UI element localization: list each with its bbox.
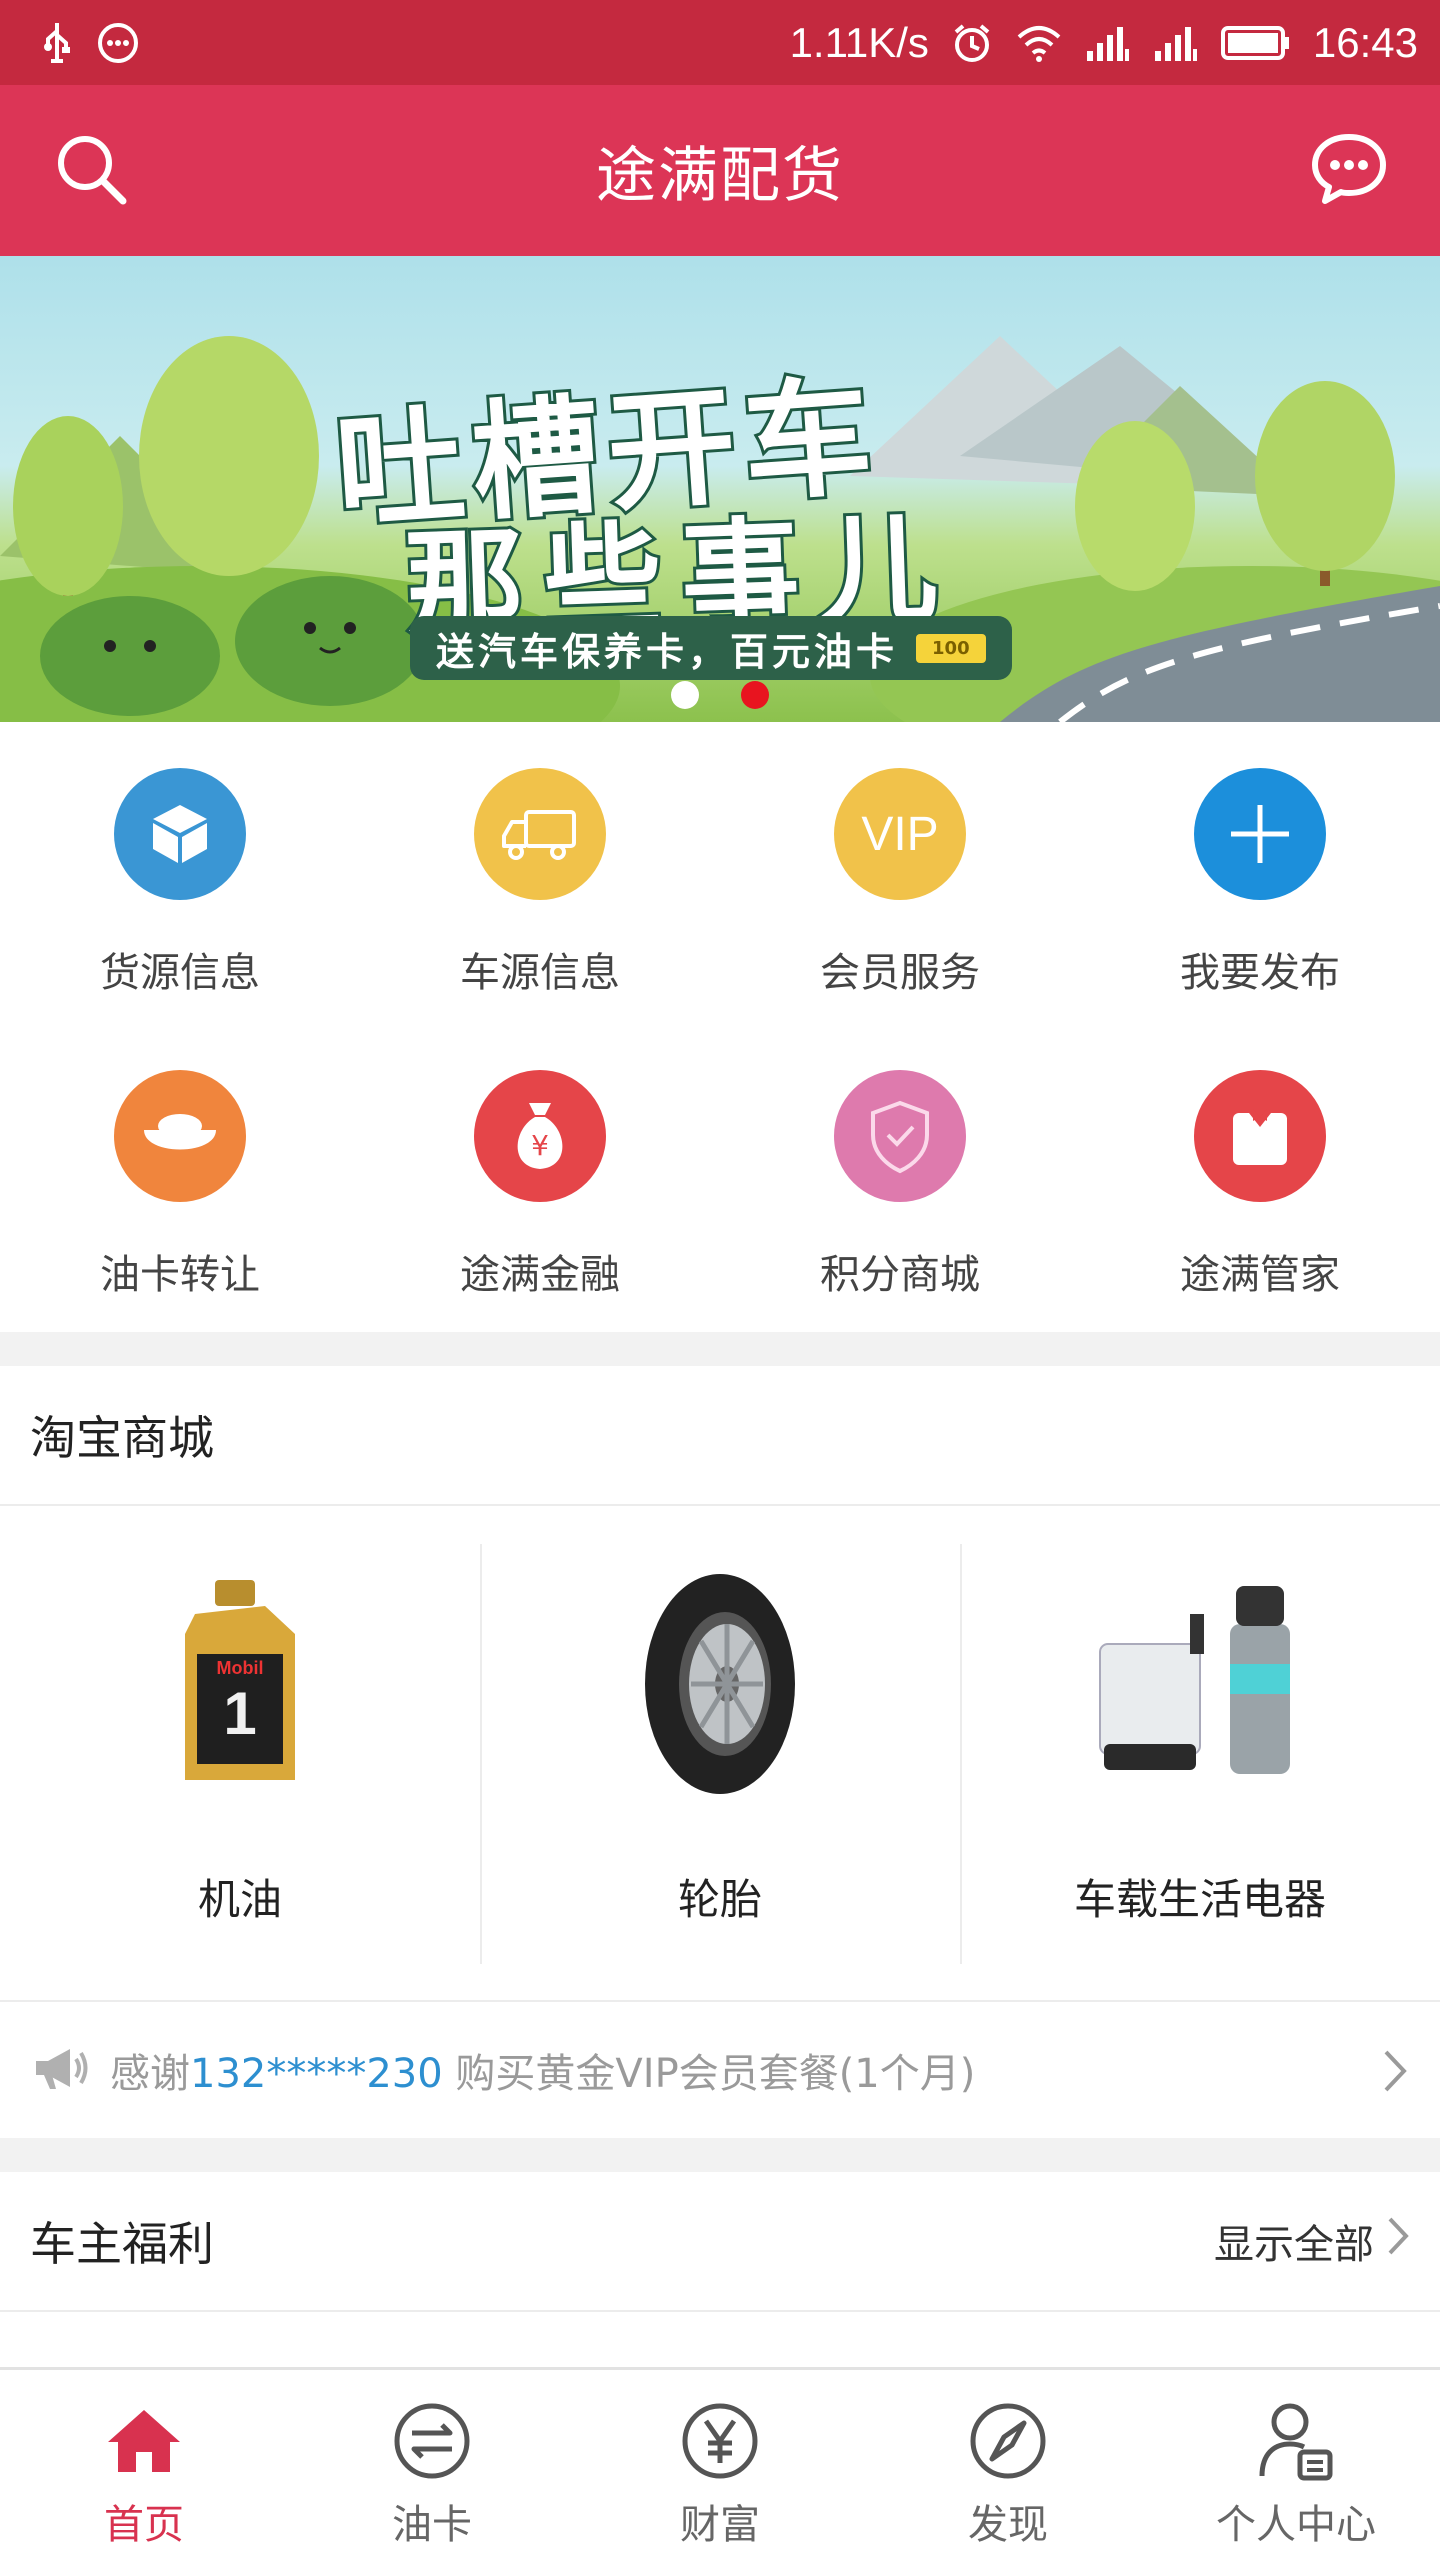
message-button[interactable] [1303,125,1395,217]
feature-grid: 货源信息 车源信息 VIP 会员服务 我要发布 油卡转让 ¥ 途满金融 积分商城… [0,722,1440,1332]
notice-phone: 132*****230 [190,2051,443,2097]
notice-prefix: 感谢 [110,2051,190,2097]
tab-label: 财富 [680,2502,760,2548]
search-button[interactable] [45,125,137,217]
battery-icon [1220,25,1291,61]
grid-label: 途满金融 [460,1252,620,1298]
vip-text: VIP [861,807,939,861]
benefits-title: 车主福利 [30,2217,214,2271]
tab-label: 油卡 [392,2502,472,2548]
section-separator [0,2138,1440,2172]
money-bag-icon: ¥ [474,1070,606,1202]
grid-item-oil-card-transfer[interactable]: 油卡转让 [0,1024,360,1324]
truck-icon [474,768,606,900]
tab-label: 发现 [968,2502,1048,2548]
grid-item-points-mall[interactable]: 积分商城 [720,1024,1080,1324]
exchange-icon [392,2398,472,2484]
page-title: 途满配货 [596,141,844,211]
profile-icon [1256,2398,1336,2484]
notice-text: 感谢132*****230 购买黄金VIP会员套餐(1个月) [110,2041,975,2099]
grid-item-vehicle-info[interactable]: 车源信息 [360,722,720,1022]
grid-item-member-service[interactable]: VIP 会员服务 [720,722,1080,1022]
benefits-section-header: 车主福利 显示全部 [0,2172,1440,2312]
promo-banner[interactable]: 吐槽开车 那些事儿 送汽车保养卡，百元油卡 100 [0,256,1440,722]
usb-icon [40,21,74,65]
bottom-tab-bar: 首页 油卡 财富 发现 个人中心 [0,2367,1440,2563]
search-icon [51,129,131,213]
box-icon [114,768,246,900]
compass-icon [968,2398,1048,2484]
grid-label: 途满管家 [1180,1252,1340,1298]
pager-dot-2[interactable] [741,681,769,709]
more-icon [96,21,140,65]
tab-label: 个人中心 [1216,2502,1376,2548]
clock: 16:43 [1312,18,1418,66]
banner-subtitle: 送汽车保养卡，百元油卡 100 [410,616,1012,680]
tab-wealth[interactable]: 财富 [576,2370,864,2563]
svg-text:1: 1 [223,1680,256,1747]
coupon-badge: 100 [916,633,986,663]
tire-icon [600,1564,840,1804]
notice-suffix: 购买黄金VIP会员套餐(1个月) [442,2051,976,2097]
chevron-right-icon [1386,2213,1410,2269]
tab-profile[interactable]: 个人中心 [1152,2370,1440,2563]
tab-oil-card[interactable]: 油卡 [288,2370,576,2563]
vip-icon: VIP [834,768,966,900]
app-header: 途满配货 [0,85,1440,256]
yuan-icon [680,2398,760,2484]
product-tire[interactable]: 轮胎 [480,1544,962,1964]
product-label: 轮胎 [677,1875,762,1924]
grid-item-butler[interactable]: 途满管家 [1080,1024,1440,1324]
tab-discover[interactable]: 发现 [864,2370,1152,2563]
product-list: Mobil 1 机油 轮胎 车载生活电器 [0,1510,1440,2000]
butler-icon [1194,1070,1326,1202]
message-icon [1309,129,1389,213]
pager-dot-1[interactable] [671,681,699,709]
signal-icon [1153,23,1199,63]
grid-label: 积分商城 [820,1252,980,1298]
tab-label: 首页 [104,2502,184,2548]
svg-text:Mobil: Mobil [217,1658,264,1678]
grid-label: 油卡转让 [100,1252,260,1298]
home-icon [104,2398,184,2484]
grid-item-finance[interactable]: ¥ 途满金融 [360,1024,720,1324]
megaphone-icon [30,2043,90,2097]
purchase-notice[interactable]: 感谢132*****230 购买黄金VIP会员套餐(1个月) [0,2000,1440,2138]
taobao-section-header: 淘宝商城 [0,1366,1440,1506]
car-appliance-icon [1080,1564,1320,1804]
network-speed: 1.11K/s [789,18,929,66]
status-bar: 1.11K/s 16:43 [0,0,1440,85]
chevron-right-icon [1380,2046,1410,2100]
shield-icon [834,1070,966,1202]
banner-pager [0,681,1440,711]
show-all-link[interactable]: 显示全部 [1214,2212,1410,2270]
alarm-icon [951,22,993,64]
product-car-appliance[interactable]: 车载生活电器 [960,1544,1440,1964]
tab-home[interactable]: 首页 [0,2370,288,2563]
wifi-icon [1015,23,1063,63]
product-label: 车载生活电器 [1073,1875,1326,1924]
banner-headline: 吐槽开车 那些事儿 [328,351,1115,658]
grid-item-cargo-info[interactable]: 货源信息 [0,722,360,1022]
plus-icon [1194,768,1326,900]
grid-label: 我要发布 [1180,950,1340,996]
grid-item-publish[interactable]: 我要发布 [1080,722,1440,1022]
gold-ingot-icon [114,1070,246,1202]
product-label: 机油 [197,1875,282,1924]
signal-icon [1085,23,1131,63]
grid-label: 车源信息 [460,950,620,996]
section-separator [0,1332,1440,1366]
banner-subtitle-text: 送汽车保养卡，百元油卡 [436,629,899,674]
taobao-title: 淘宝商城 [30,1411,214,1465]
show-all-label: 显示全部 [1214,2222,1374,2268]
product-engine-oil[interactable]: Mobil 1 机油 [0,1544,482,1964]
grid-label: 会员服务 [820,950,980,996]
grid-label: 货源信息 [100,950,260,996]
oil-bottle-icon: Mobil 1 [120,1564,360,1804]
svg-text:¥: ¥ [531,1129,549,1162]
